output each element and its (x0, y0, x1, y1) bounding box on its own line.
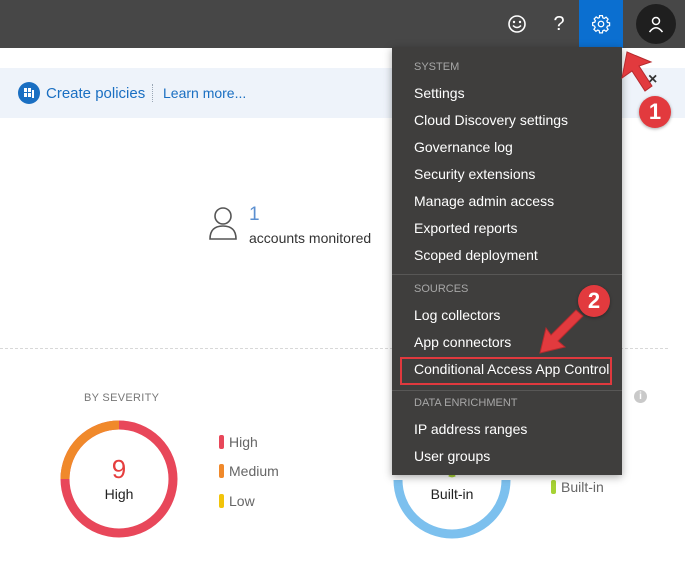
callout-1: 1 (639, 96, 671, 128)
annotation-arrows (539, 51, 653, 354)
callout-2: 2 (578, 285, 610, 317)
